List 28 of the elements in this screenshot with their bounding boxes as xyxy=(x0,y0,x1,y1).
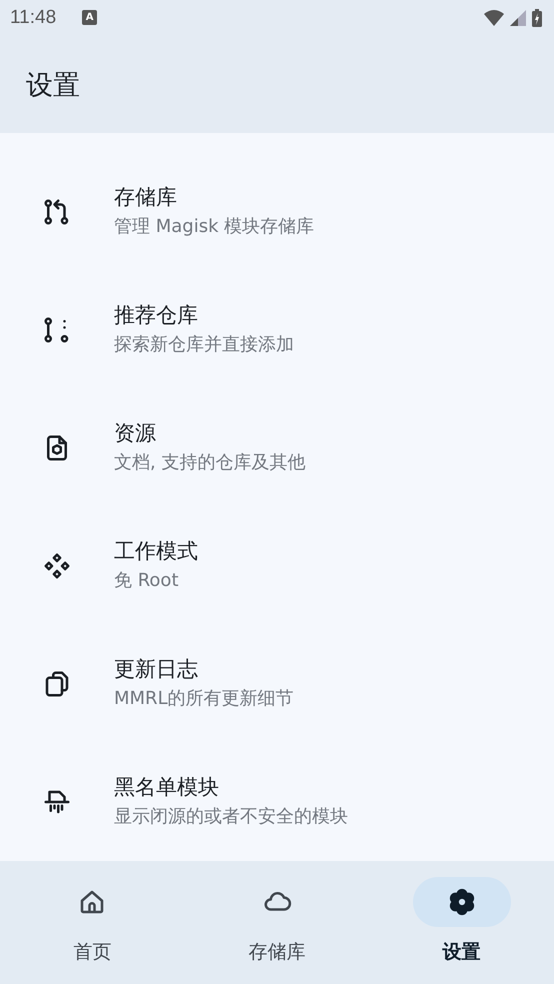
settings-item[interactable]: 黑名单模块 显示闭源的或者不安全的模块 xyxy=(0,743,554,862)
setting-title: 工作模式 xyxy=(114,538,198,566)
setting-subtitle: 管理 Magisk 模块存储库 xyxy=(114,215,314,240)
setting-subtitle: MMRL的所有更新细节 xyxy=(114,687,294,712)
setting-subtitle: 文档, 支持的仓库及其他 xyxy=(114,451,306,476)
setting-title: 更新日志 xyxy=(114,656,199,684)
setting-title: 存储库 xyxy=(114,184,178,212)
settings-item[interactable]: 更新日志 MMRL的所有更新细节 xyxy=(0,625,554,744)
wifi-icon xyxy=(484,10,504,26)
settings-item[interactable]: 存储库 管理 Magisk 模块存储库 xyxy=(0,153,554,272)
battery-icon xyxy=(532,8,542,27)
diamonds-icon xyxy=(42,551,72,582)
setting-title: 推荐仓库 xyxy=(114,302,199,330)
nav-tab[interactable]: 首页 xyxy=(0,861,185,984)
setting-subtitle: 显示闭源的或者不安全的模块 xyxy=(114,805,348,830)
nav-tab[interactable]: 设置 xyxy=(369,861,554,984)
nav-tab[interactable]: 存储库 xyxy=(184,861,370,984)
setting-title: 资源 xyxy=(114,420,157,448)
signal-icon xyxy=(510,10,526,26)
settings-item[interactable]: 工作模式 免 Root xyxy=(0,507,554,626)
settings-item[interactable]: 资源 文档, 支持的仓库及其他 xyxy=(0,389,554,508)
page-title: 设置 xyxy=(26,68,80,102)
settings-item[interactable]: 推荐仓库 探索新仓库并直接添加 xyxy=(0,271,554,390)
status-time: 11:48 xyxy=(10,6,56,29)
notification-badge: A xyxy=(82,10,98,26)
setting-subtitle: 探索新仓库并直接添加 xyxy=(114,333,294,358)
setting-subtitle: 免 Root xyxy=(114,569,180,594)
setting-title: 黑名单模块 xyxy=(114,774,220,802)
